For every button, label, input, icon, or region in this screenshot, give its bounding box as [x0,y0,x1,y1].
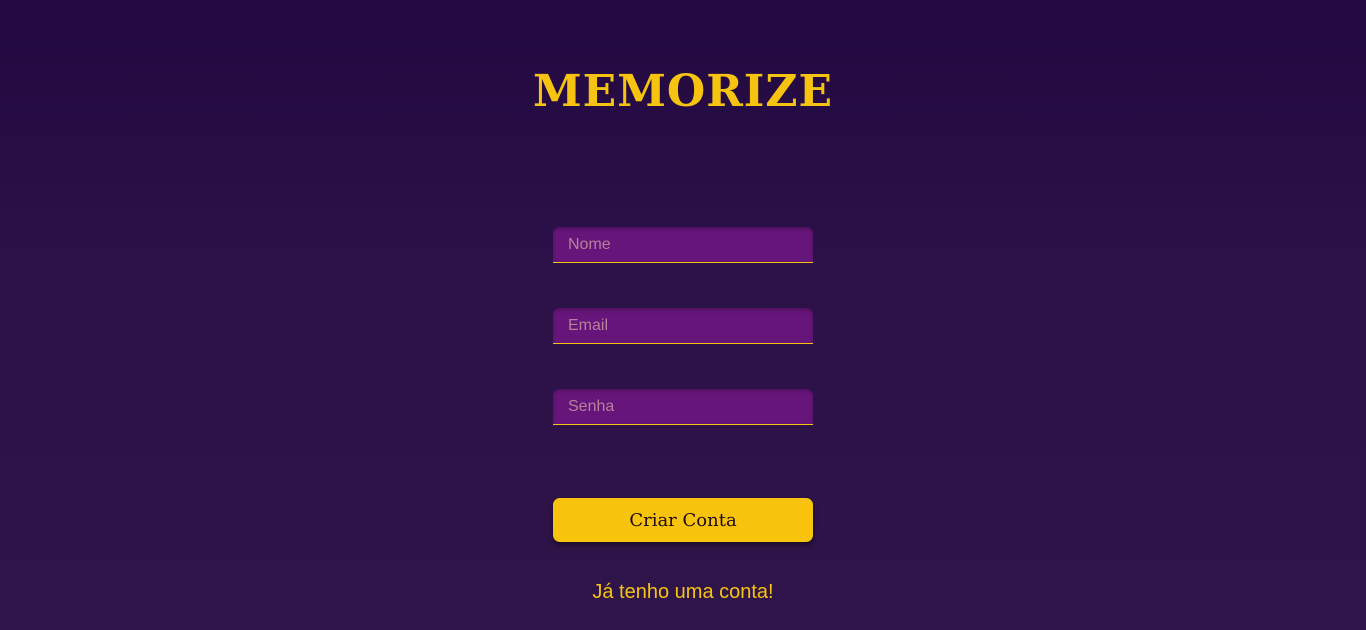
login-link[interactable]: Já tenho uma conta! [592,581,773,603]
login-link-container: Já tenho uma conta! [0,580,1366,604]
create-account-button[interactable]: Criar Conta [553,498,813,542]
app-logo: MEMORIZE [532,66,834,117]
name-input[interactable] [553,227,813,263]
email-input[interactable] [553,308,813,344]
password-input[interactable] [553,389,813,425]
